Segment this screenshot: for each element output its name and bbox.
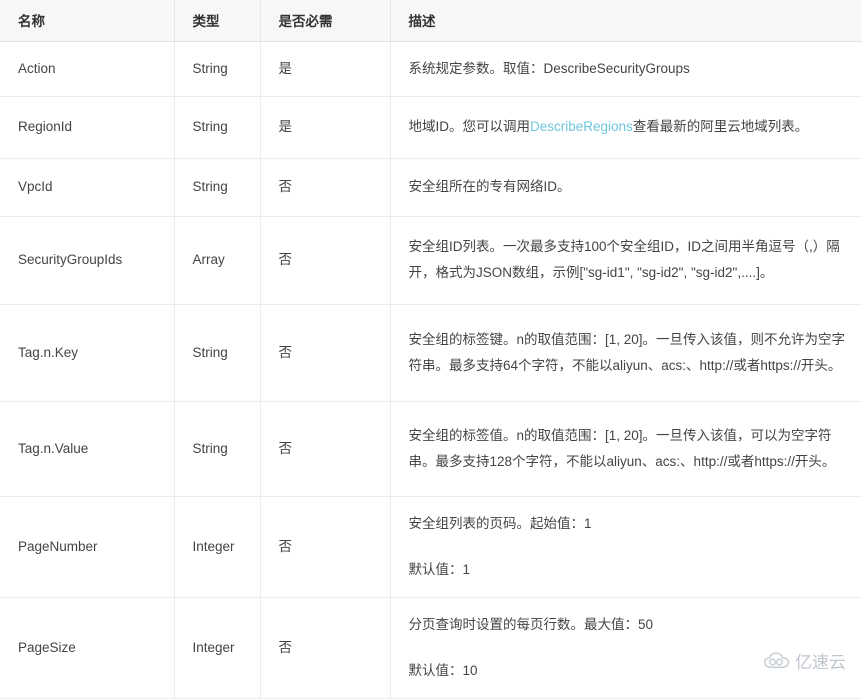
- description-text-prefix: 地域ID。您可以调用: [408, 119, 531, 134]
- cell-parameter-type: Array: [174, 216, 261, 305]
- cell-parameter-description: 系统规定参数。取值：DescribeSecurityGroups: [390, 41, 862, 97]
- table-row: PageNumber Integer 否 安全组列表的页码。起始值：1 默认值：…: [0, 496, 862, 598]
- cell-parameter-name: Tag.n.Key: [0, 304, 175, 402]
- cell-parameter-description: 安全组的标签键。n的取值范围：[1, 20]。一旦传入该值，则不允许为空字符串。…: [390, 304, 862, 402]
- cell-parameter-required: 是: [260, 96, 391, 159]
- cell-parameter-name: VpcId: [0, 158, 175, 217]
- description-line: 地域ID。您可以调用DescribeRegions查看最新的阿里云地域列表。: [409, 114, 849, 140]
- description-line: 安全组所在的专有网络ID。: [408, 179, 571, 194]
- table-row: SecurityGroupIds Array 否 安全组ID列表。一次最多支持1…: [0, 216, 862, 305]
- column-header-description: 描述: [390, 0, 862, 42]
- cell-parameter-description: 安全组的标签值。n的取值范围：[1, 20]。一旦传入该值，可以为空字符串。最多…: [390, 401, 862, 497]
- cell-parameter-name: SecurityGroupIds: [0, 216, 175, 305]
- cell-parameter-required: 否: [260, 597, 391, 699]
- column-header-required: 是否必需: [260, 0, 391, 42]
- description-line: 安全组ID列表。一次最多支持100个安全组ID，ID之间用半角逗号（,）隔开，格…: [408, 239, 840, 280]
- cell-parameter-required: 否: [260, 496, 391, 598]
- description-line: 分页查询时设置的每页行数。最大值：50: [408, 616, 654, 632]
- table-row: RegionId String 是 地域ID。您可以调用DescribeRegi…: [0, 96, 862, 159]
- description-line: 系统规定参数。取值：DescribeSecurityGroups: [408, 60, 690, 76]
- cell-parameter-description: 安全组ID列表。一次最多支持100个安全组ID，ID之间用半角逗号（,）隔开，格…: [390, 216, 862, 305]
- cell-parameter-name: Action: [0, 41, 175, 97]
- table-header-row: 名称 类型 是否必需 描述: [0, 0, 862, 42]
- cell-parameter-required: 否: [260, 158, 391, 217]
- description-text-suffix: 查看最新的阿里云地域列表。: [632, 119, 809, 134]
- table-body: Action String 是 系统规定参数。取值：DescribeSecuri…: [0, 41, 862, 699]
- description-default-value: 默认值：10: [408, 662, 478, 678]
- table-row: Tag.n.Key String 否 安全组的标签键。n的取值范围：[1, 20…: [0, 304, 862, 402]
- describe-regions-link[interactable]: DescribeRegions: [530, 119, 633, 134]
- cell-parameter-name: PageSize: [0, 597, 175, 699]
- table-row: PageSize Integer 否 分页查询时设置的每页行数。最大值：50 默…: [0, 597, 862, 699]
- api-parameters-table: 名称 类型 是否必需 描述 Action String 是 系统规定参数。取值：…: [0, 0, 862, 699]
- cell-parameter-required: 否: [260, 216, 391, 305]
- table-row: Tag.n.Value String 否 安全组的标签值。n的取值范围：[1, …: [0, 401, 862, 497]
- table-header: 名称 类型 是否必需 描述: [0, 0, 862, 42]
- cell-parameter-name: Tag.n.Value: [0, 401, 175, 497]
- description-line: 安全组的标签值。n的取值范围：[1, 20]。一旦传入该值，可以为空字符串。最多…: [408, 427, 836, 469]
- description-line: 安全组的标签键。n的取值范围：[1, 20]。一旦传入该值，则不允许为空字符串。…: [408, 331, 846, 373]
- cell-parameter-description: 安全组列表的页码。起始值：1 默认值：1: [390, 496, 862, 598]
- column-header-type: 类型: [174, 0, 261, 42]
- cell-parameter-type: String: [174, 96, 261, 159]
- cell-parameter-name: PageNumber: [0, 496, 175, 598]
- table-row: Action String 是 系统规定参数。取值：DescribeSecuri…: [0, 41, 862, 97]
- cell-parameter-type: String: [174, 304, 261, 402]
- cell-parameter-type: Integer: [174, 496, 261, 598]
- cell-parameter-description: 安全组所在的专有网络ID。: [390, 158, 862, 217]
- cell-parameter-required: 否: [260, 304, 391, 402]
- cell-parameter-type: String: [174, 401, 261, 497]
- cell-parameter-required: 否: [260, 401, 391, 497]
- cell-parameter-type: String: [174, 158, 261, 217]
- cell-parameter-type: String: [174, 41, 261, 97]
- column-header-name: 名称: [0, 0, 175, 42]
- cell-parameter-description: 地域ID。您可以调用DescribeRegions查看最新的阿里云地域列表。: [390, 96, 862, 159]
- cell-parameter-name: RegionId: [0, 96, 175, 159]
- cell-parameter-required: 是: [260, 41, 391, 97]
- cell-parameter-type: Integer: [174, 597, 261, 699]
- description-line: 安全组列表的页码。起始值：1: [408, 515, 592, 531]
- description-default-value: 默认值：1: [408, 561, 471, 577]
- cell-parameter-description: 分页查询时设置的每页行数。最大值：50 默认值：10: [390, 597, 862, 699]
- table-row: VpcId String 否 安全组所在的专有网络ID。: [0, 158, 862, 217]
